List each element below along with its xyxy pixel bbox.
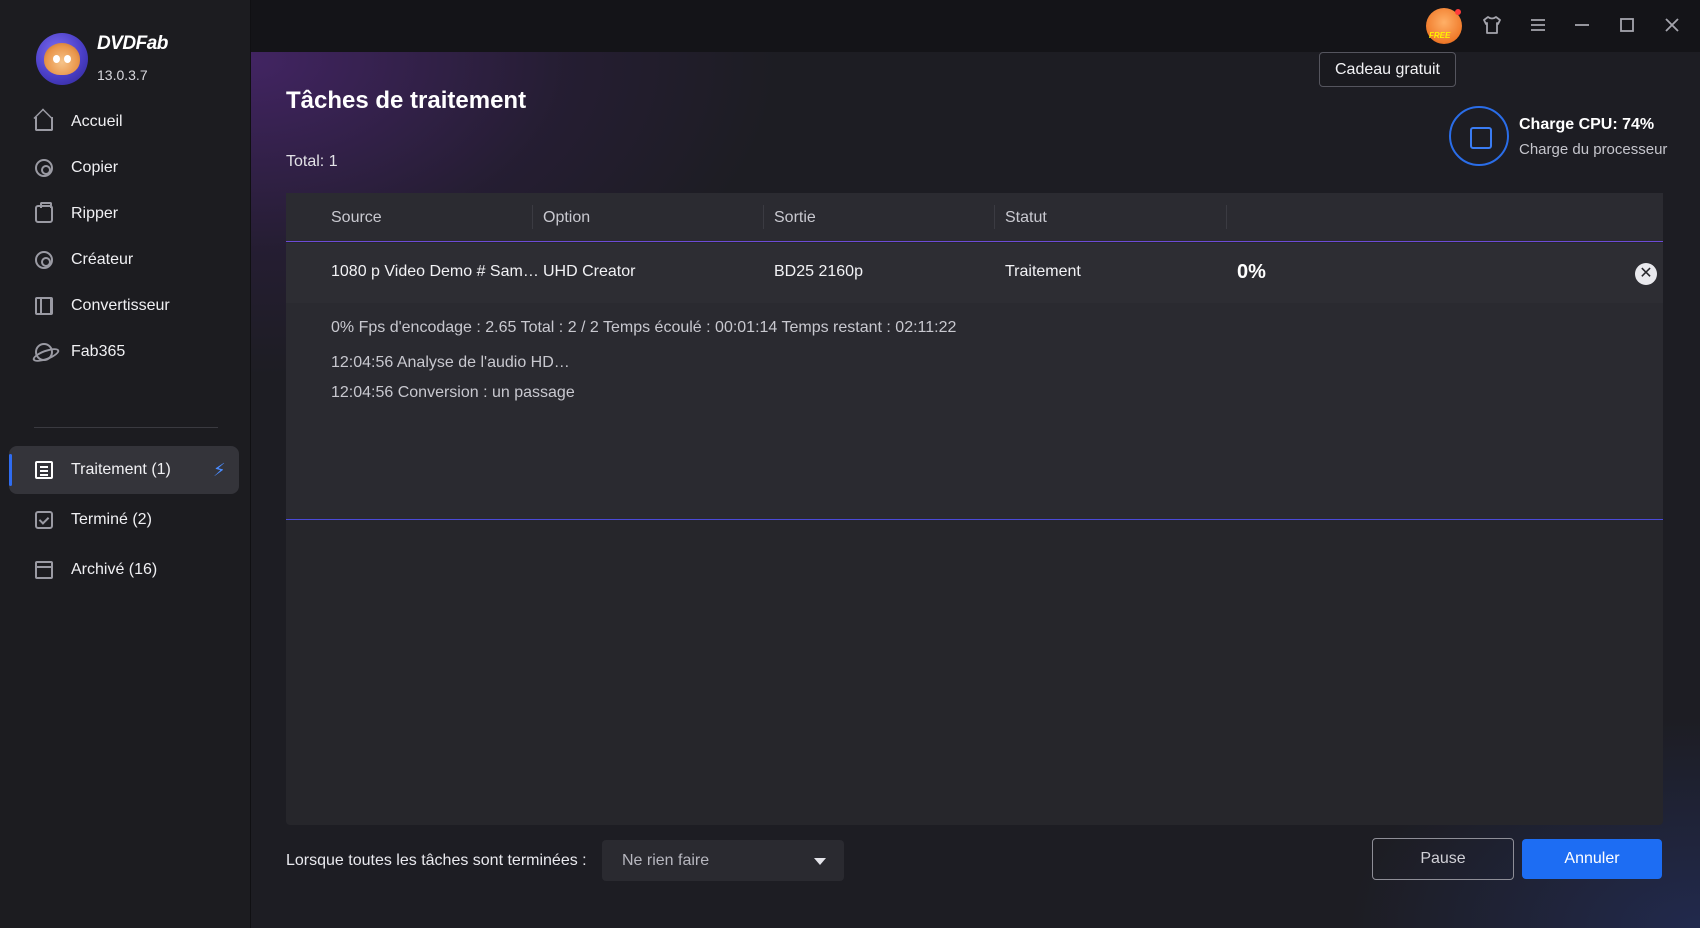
dvdfab-logo — [36, 33, 88, 85]
cancel-button[interactable]: Annuler — [1522, 839, 1662, 879]
film-icon — [35, 297, 53, 315]
header-sortie: Sortie — [774, 209, 816, 226]
ripper-icon — [35, 202, 53, 223]
list-icon — [35, 461, 53, 479]
app-version: 13.0.3.7 — [97, 67, 148, 83]
sidebar-item-copier[interactable]: Copier — [9, 144, 239, 192]
encoding-stats: 0% Fps d'encodage : 2.65 Total : 2 / 2 T… — [331, 319, 957, 336]
main-panel: FREE Cadeau gratuit Tâches de traitement… — [251, 0, 1700, 928]
task-details: 0% Fps d'encodage : 2.65 Total : 2 / 2 T… — [286, 303, 1663, 520]
title-bar: FREE — [251, 0, 1700, 52]
sidebar-item-label: Accueil — [71, 113, 123, 130]
sidebar-item-label: Fab365 — [71, 343, 126, 360]
gift-tooltip: Cadeau gratuit — [1319, 52, 1456, 87]
sidebar-item-label: Terminé (2) — [71, 511, 152, 528]
row-source: 1080 p Video Demo # Sam… — [331, 263, 539, 280]
sidebar-item-fab365[interactable]: Fab365 — [9, 328, 239, 376]
header-statut: Statut — [1005, 209, 1047, 226]
sidebar-item-convertisseur[interactable]: Convertisseur — [9, 282, 239, 330]
select-value: Ne rien faire — [622, 852, 710, 869]
header-source: Source — [331, 209, 382, 226]
monkey-face-icon — [44, 43, 80, 75]
page-title: Tâches de traitement — [286, 87, 527, 114]
menu-icon[interactable] — [1526, 14, 1550, 38]
table-header: Source Option Sortie Statut — [286, 193, 1663, 242]
sidebar-item-label: Copier — [71, 159, 119, 176]
sidebar-item-label: Créateur — [71, 251, 134, 268]
cpu-load-title: Charge CPU: 74% — [1519, 116, 1655, 133]
brand-name: DVDFab — [97, 33, 168, 54]
row-status: Traitement — [1005, 263, 1081, 280]
sidebar-item-traitement[interactable]: Traitement (1) — [9, 446, 239, 494]
on-complete-select[interactable]: Ne rien faire — [602, 840, 844, 881]
log-line: 12:04:56 Analyse de l'audio HD… — [331, 354, 570, 371]
sidebar-item-accueil[interactable]: Accueil — [9, 98, 239, 146]
header-option: Option — [543, 209, 591, 226]
cpu-load-subtitle: Charge du processeur — [1519, 141, 1668, 158]
cpu-chip-icon — [1449, 106, 1509, 166]
total-count: Total: 1 — [286, 153, 338, 170]
check-icon — [35, 511, 53, 529]
header-separator — [994, 205, 995, 229]
row-output: BD25 2160p — [774, 263, 863, 280]
bolt-icon: ⚡ — [213, 460, 226, 480]
header-separator — [1226, 205, 1227, 229]
free-gift-button[interactable]: FREE — [1426, 8, 1462, 44]
maximize-icon[interactable] — [1615, 14, 1639, 38]
on-complete-label: Lorsque toutes les tâches sont terminées… — [286, 852, 587, 869]
archive-icon — [35, 561, 53, 579]
log-line: 12:04:56 Conversion : un passage — [331, 384, 575, 401]
home-icon — [35, 117, 53, 131]
planet-icon — [35, 343, 53, 361]
sidebar-item-label: Archivé (16) — [71, 561, 158, 578]
creator-icon — [35, 251, 53, 269]
logo-eye — [53, 55, 60, 63]
sidebar-item-termine[interactable]: Terminé (2) — [9, 496, 239, 544]
close-icon[interactable] — [1660, 14, 1684, 38]
minimize-icon[interactable] — [1570, 14, 1594, 38]
sidebar-item-label: Convertisseur — [71, 297, 170, 314]
header-separator — [763, 205, 764, 229]
sidebar-item-ripper[interactable]: Ripper — [9, 190, 239, 238]
sidebar-item-archive[interactable]: Archivé (16) — [9, 546, 239, 594]
sidebar-item-createur[interactable]: Créateur — [9, 236, 239, 284]
table-row[interactable]: 1080 p Video Demo # Sam… UHD Creator BD2… — [286, 243, 1663, 303]
free-badge-text: FREE — [1429, 31, 1451, 40]
sidebar: DVDFab 13.0.3.7 Accueil Copier Ripper Cr… — [0, 0, 251, 928]
pause-button[interactable]: Pause — [1372, 838, 1514, 880]
logo-eye — [64, 55, 71, 63]
remove-task-button[interactable]: ✕ — [1635, 263, 1657, 285]
shirt-icon[interactable] — [1480, 14, 1504, 38]
row-progress: 0% — [1237, 261, 1266, 283]
disc-icon — [35, 159, 53, 177]
task-table: Source Option Sortie Statut 1080 p Video… — [286, 193, 1663, 825]
sidebar-item-label: Traitement (1) — [71, 461, 171, 478]
sidebar-item-label: Ripper — [71, 205, 119, 222]
chevron-down-icon — [814, 858, 826, 865]
row-option: UHD Creator — [543, 263, 636, 280]
header-separator — [532, 205, 533, 229]
sidebar-divider — [34, 427, 218, 428]
